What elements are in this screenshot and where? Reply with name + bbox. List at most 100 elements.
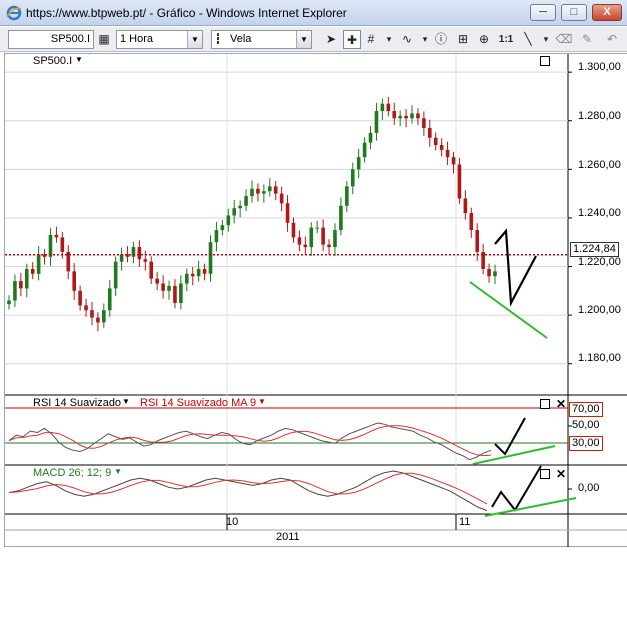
candle-body <box>469 213 474 231</box>
price-panel-title[interactable]: SP500.I <box>33 55 72 67</box>
rsi-panel-title[interactable]: RSI 14 Suavizado <box>33 397 121 409</box>
candle-body <box>422 118 426 129</box>
rsi-upper-badge: 70,00 <box>569 402 603 417</box>
candle-body <box>309 227 314 248</box>
chevron-down-icon[interactable]: ▼ <box>258 397 266 406</box>
candle-body <box>202 268 207 274</box>
pointer-tool-icon[interactable]: ➤ <box>322 30 340 49</box>
candle-body <box>107 288 112 311</box>
candle-body <box>250 188 254 197</box>
candle-body <box>262 191 266 194</box>
chevron-down-icon[interactable]: ▾ <box>537 30 555 49</box>
chevron-down-icon[interactable]: ▼ <box>114 467 122 476</box>
candle-body <box>19 281 23 289</box>
candle-body <box>13 281 17 301</box>
price-tick: 1.280,00 <box>578 110 621 122</box>
candle-body <box>185 273 189 284</box>
candle-body <box>380 103 385 112</box>
window-title-bar: https://www.btpweb.pt/ - Gráfico - Windo… <box>0 0 627 26</box>
window-title: https://www.btpweb.pt/ - Gráfico - Windo… <box>26 6 347 20</box>
candle-body <box>398 115 402 119</box>
symbol-input[interactable]: SP500.I <box>8 30 94 49</box>
drawn-macd-trend-line <box>484 497 577 517</box>
candle-body <box>303 244 308 248</box>
close-panel-icon[interactable]: ✕ <box>556 398 566 410</box>
minimize-button[interactable]: ─ <box>530 4 556 21</box>
candle-body <box>36 254 41 274</box>
internet-explorer-icon <box>6 5 22 21</box>
candle-body <box>143 259 148 262</box>
maximize-button[interactable]: □ <box>561 4 587 21</box>
year-label: 2011 <box>276 531 300 543</box>
pencil-icon[interactable]: ✎ <box>578 30 596 49</box>
rsi-line <box>8 422 492 461</box>
candle-body <box>392 111 397 119</box>
candle-body <box>24 268 29 289</box>
zoom-reset-button[interactable]: 1:1 <box>497 30 515 49</box>
candle-body <box>404 115 408 119</box>
drawn-trend-line <box>469 281 548 339</box>
drawn-macd-zigzag-annotation <box>491 465 542 512</box>
candle-body <box>362 142 367 158</box>
drawn-rsi-trend-line <box>472 445 556 465</box>
candle-body <box>439 145 444 150</box>
chart-type-select[interactable]: ┇ Vela ▼ <box>211 30 312 49</box>
chevron-down-icon[interactable]: ▼ <box>122 397 130 406</box>
symbol-lookup-icon[interactable]: ▦ <box>95 30 113 49</box>
candle-body <box>72 271 76 291</box>
close-button[interactable]: X <box>592 4 622 21</box>
eraser-icon[interactable]: ⌫ <box>555 30 573 49</box>
chevron-down-icon[interactable]: ▾ <box>380 30 398 49</box>
chevron-down-icon: ▼ <box>187 31 202 48</box>
close-panel-icon[interactable]: ✕ <box>556 468 566 480</box>
maximize-panel-button[interactable] <box>540 399 550 409</box>
candle-body <box>327 244 331 248</box>
candle-body <box>433 137 438 146</box>
candle-body <box>457 164 462 199</box>
grid-icon[interactable]: # <box>362 30 380 49</box>
candle-body <box>386 103 391 112</box>
maximize-panel-button[interactable] <box>540 469 550 479</box>
candle-body <box>256 188 260 194</box>
price-tick: 1.260,00 <box>578 159 621 171</box>
candle-body <box>137 247 142 260</box>
chart-area: SP500.I ▼ 1.300,00 1.280,00 1.260,00 1.2… <box>0 53 627 548</box>
current-price-badge: 1.224,84 <box>570 242 619 257</box>
candle-body <box>30 268 35 274</box>
candle-body <box>267 186 272 192</box>
candle-body <box>90 310 94 318</box>
settings-icon[interactable]: ⊞ <box>454 30 472 49</box>
candle-body <box>410 113 414 119</box>
maximize-icon: □ <box>570 6 578 18</box>
candle-body <box>493 271 497 277</box>
candle-body <box>179 283 183 303</box>
chevron-down-icon[interactable]: ▼ <box>75 55 83 64</box>
candle-body <box>279 193 284 204</box>
trendline-tool-icon[interactable]: ╲ <box>519 30 537 49</box>
candle-body <box>173 285 177 303</box>
candle-body <box>445 149 450 158</box>
price-tick: 1.180,00 <box>578 352 621 364</box>
candle-body <box>374 111 379 133</box>
close-icon: X <box>603 6 611 18</box>
drawn-rsi-zigzag-annotation <box>494 417 526 456</box>
interval-value: 1 Hora <box>120 33 154 45</box>
candle-body <box>273 186 278 194</box>
candle-body <box>238 205 242 209</box>
candle-body <box>190 273 195 277</box>
rsi-lower-badge: 30,00 <box>569 436 603 451</box>
interval-select[interactable]: 1 Hora ▼ <box>116 30 203 49</box>
macd-panel-title[interactable]: MACD 26; 12; 9 <box>33 467 111 479</box>
candle-body <box>451 157 456 165</box>
zoom-icon[interactable]: ⊕ <box>475 30 493 49</box>
rsi-ma-title[interactable]: RSI 14 Suavizado MA 9 <box>140 397 256 409</box>
maximize-panel-button[interactable] <box>540 56 550 66</box>
undo-icon[interactable]: ↶ <box>603 30 621 49</box>
crosshair-tool-icon[interactable]: ✚ <box>343 30 361 49</box>
candlestick-icon: ┇ <box>215 34 222 45</box>
candle-body <box>297 237 302 245</box>
candle-body <box>60 237 65 252</box>
info-icon[interactable]: ⓘ <box>432 30 450 49</box>
candle-body <box>428 128 432 138</box>
indicator-icon[interactable]: ∿ <box>398 30 416 49</box>
